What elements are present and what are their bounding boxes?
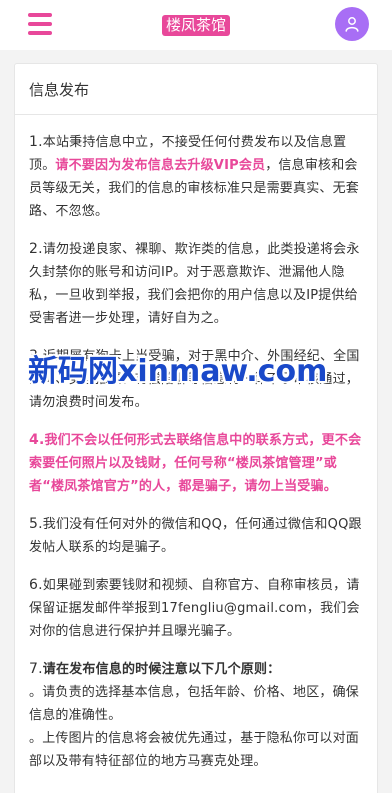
rule-7-item-1: 。请负责的选择基本信息，包括年龄、价格、地区，确保信息的准确性。 [29, 685, 360, 723]
rule-2: 2.请勿投递良家、裸聊、欺诈类的信息，此类投递将会永久封禁你的账号和访问IP。对… [29, 238, 363, 330]
rule-6-number: 6. [29, 577, 43, 593]
rule-1-highlight: 请不要因为发布信息去升级VIP会员 [55, 158, 266, 173]
rule-4: 4.我们不会以任何形式去联络信息中的联系方式，更不会索要任何照片以及钱财，任何号… [29, 429, 363, 498]
rule-2-text: 请勿投递良家、裸聊、欺诈类的信息，此类投递将会永久封禁你的账号和访问IP。对于恶… [29, 242, 360, 326]
rule-2-number: 2. [29, 241, 43, 257]
rule-4-text: 我们不会以任何形式去联络信息中的联系方式，更不会索要任何照片以及钱财，任何号称“… [29, 433, 362, 494]
rule-7-number: 7. [29, 661, 43, 677]
rule-5-text: 我们没有任何对外的微信和QQ，任何通过微信和QQ跟发帖人联系的均是骗子。 [29, 517, 362, 555]
hamburger-menu-icon[interactable] [28, 13, 52, 35]
rule-1-number: 1. [29, 134, 43, 150]
rule-1: 1.本站秉持信息中立，不接受任何付费发布以及信息置顶。请不要因为发布信息去升级V… [29, 131, 363, 223]
top-bar: 楼凤茶馆 [0, 0, 392, 50]
rule-5-number: 5. [29, 516, 43, 532]
rule-7-title: 请在发布信息的时候注意以下几个原则： [42, 662, 281, 677]
rule-7-item-2: 。上传图片的信息将会被优先通过，基于隐私你可以对面部以及带有特征部位的地方马赛克… [29, 731, 360, 769]
rule-7: 7.请在发布信息的时候注意以下几个原则： 。请负责的选择基本信息，包括年龄、价格、… [29, 658, 363, 773]
user-icon [345, 17, 359, 32]
card-title: 信息发布 [15, 64, 377, 115]
rule-6: 6.如果碰到索要钱财和视频、自称官方、自称审核员，请保留证据发邮件举报到17fe… [29, 574, 363, 643]
rule-5: 5.我们没有任何对外的微信和QQ，任何通过微信和QQ跟发帖人联系的均是骗子。 [29, 513, 363, 559]
site-logo[interactable]: 楼凤茶馆 [161, 14, 230, 36]
watermark-overlay: 新码网xinmaw.com [28, 354, 328, 389]
card-body: 1.本站秉持信息中立，不接受任何付费发布以及信息置顶。请不要因为发布信息去升级V… [15, 115, 377, 773]
user-avatar-button[interactable] [335, 7, 369, 41]
rule-4-number: 4. [29, 432, 45, 448]
info-publish-card: 信息发布 1.本站秉持信息中立，不接受任何付费发布以及信息置顶。请不要因为发布信… [14, 63, 378, 793]
rule-6-text: 如果碰到索要钱财和视频、自称官方、自称审核员，请保留证据发邮件举报到17feng… [29, 578, 360, 639]
